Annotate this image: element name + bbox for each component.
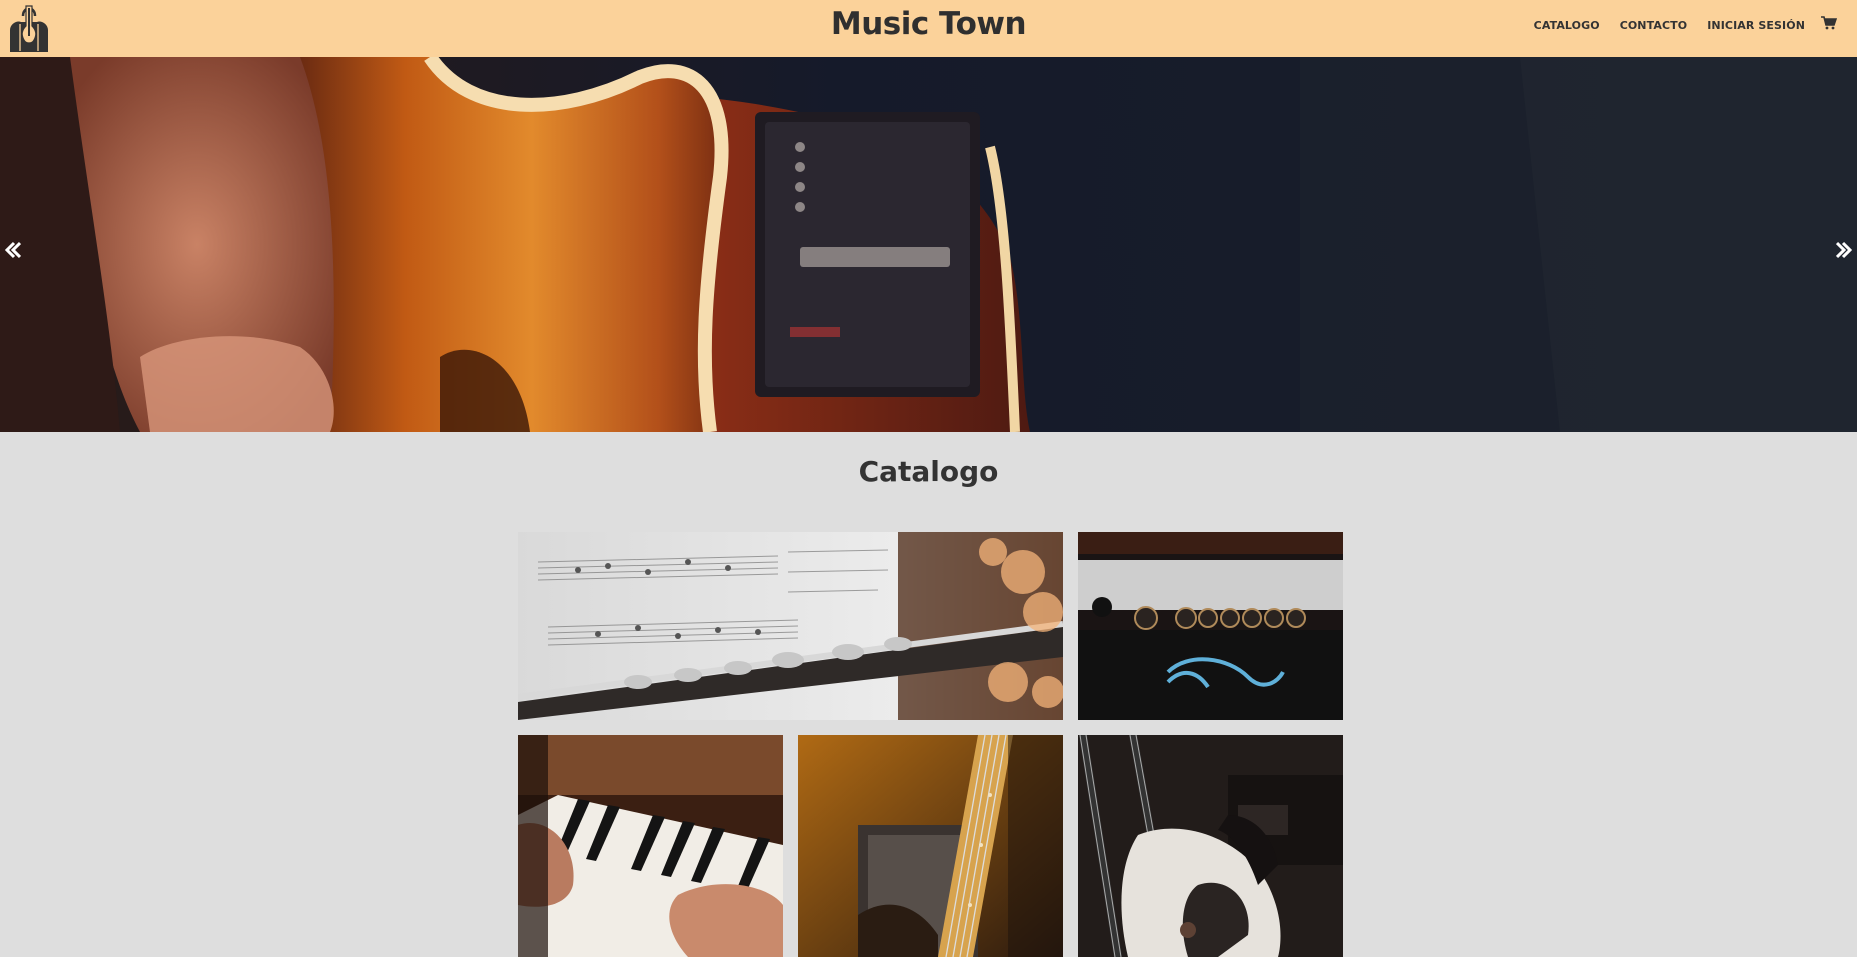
flute-sheet-music-image xyxy=(518,532,1063,720)
catalog-tile-piano[interactable] xyxy=(518,735,783,957)
catalog-heading: Catalogo xyxy=(858,455,999,488)
piano-keys-image xyxy=(518,735,783,957)
chevron-left-icon[interactable] xyxy=(5,241,21,259)
nav-link-iniciar-sesion[interactable]: INICIAR SESIÓN xyxy=(1707,19,1805,32)
shopping-cart-icon[interactable] xyxy=(1821,16,1837,30)
navbar: Music Town CATALOGO CONTACTO INICIAR SES… xyxy=(0,0,1857,57)
catalog-tile-bass-guitar[interactable] xyxy=(1078,735,1343,957)
catalog-tile-amplifier[interactable] xyxy=(1078,532,1343,720)
nav-link-contacto[interactable]: CONTACTO xyxy=(1620,19,1688,32)
hero-carousel xyxy=(0,57,1857,432)
main-nav: CATALOGO CONTACTO INICIAR SESIÓN xyxy=(1534,19,1805,32)
nav-link-catalogo[interactable]: CATALOGO xyxy=(1534,19,1600,32)
hero-guitar-image xyxy=(0,57,1857,432)
catalog-tile-flute[interactable] xyxy=(518,532,1063,720)
chevron-right-icon[interactable] xyxy=(1836,241,1852,259)
guitar-neck-amp-image xyxy=(798,735,1063,957)
bass-guitar-vox-amp-image xyxy=(1078,735,1343,957)
marshall-amplifier-image xyxy=(1078,532,1343,720)
catalog-tile-electric-guitar[interactable] xyxy=(798,735,1063,957)
